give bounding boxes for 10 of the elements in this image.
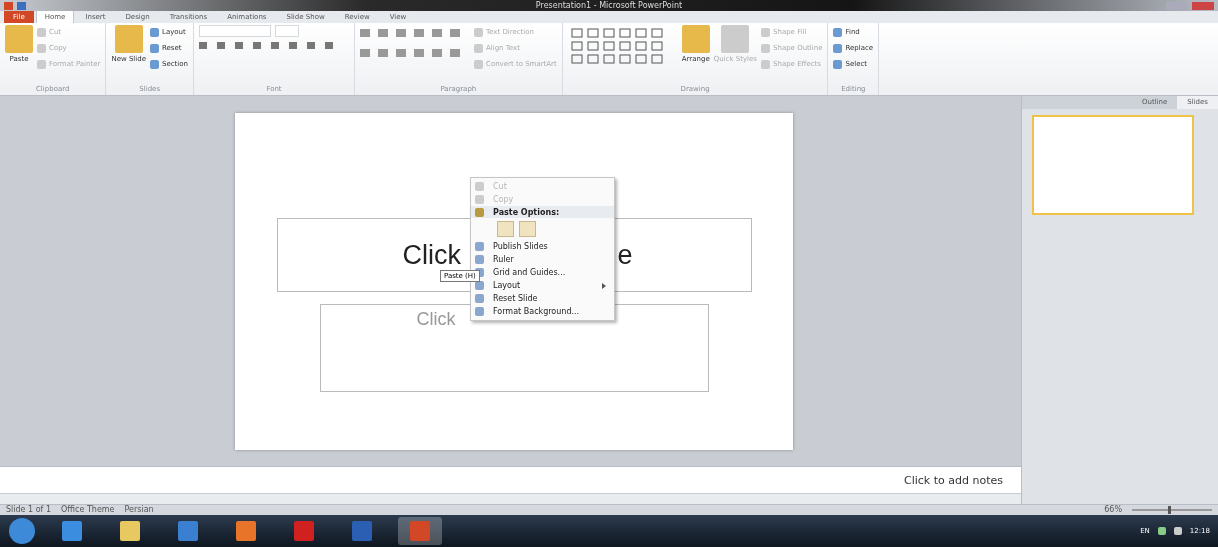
menu-header: Paste Options: bbox=[471, 206, 614, 218]
status-text: Office Theme bbox=[61, 505, 115, 515]
zoom-level: 66% bbox=[1104, 505, 1122, 515]
status-text: Slide 1 of 1 bbox=[6, 505, 52, 515]
window-title: Presentation1 - Microsoft PowerPoint bbox=[535, 1, 683, 10]
subtitle-text: Click bbox=[416, 309, 456, 329]
notes-placeholder: Click to add notes bbox=[904, 473, 1003, 487]
status-text: Persian bbox=[124, 505, 154, 515]
title-text: Click bbox=[402, 239, 461, 271]
title-text-end: e bbox=[617, 239, 633, 271]
